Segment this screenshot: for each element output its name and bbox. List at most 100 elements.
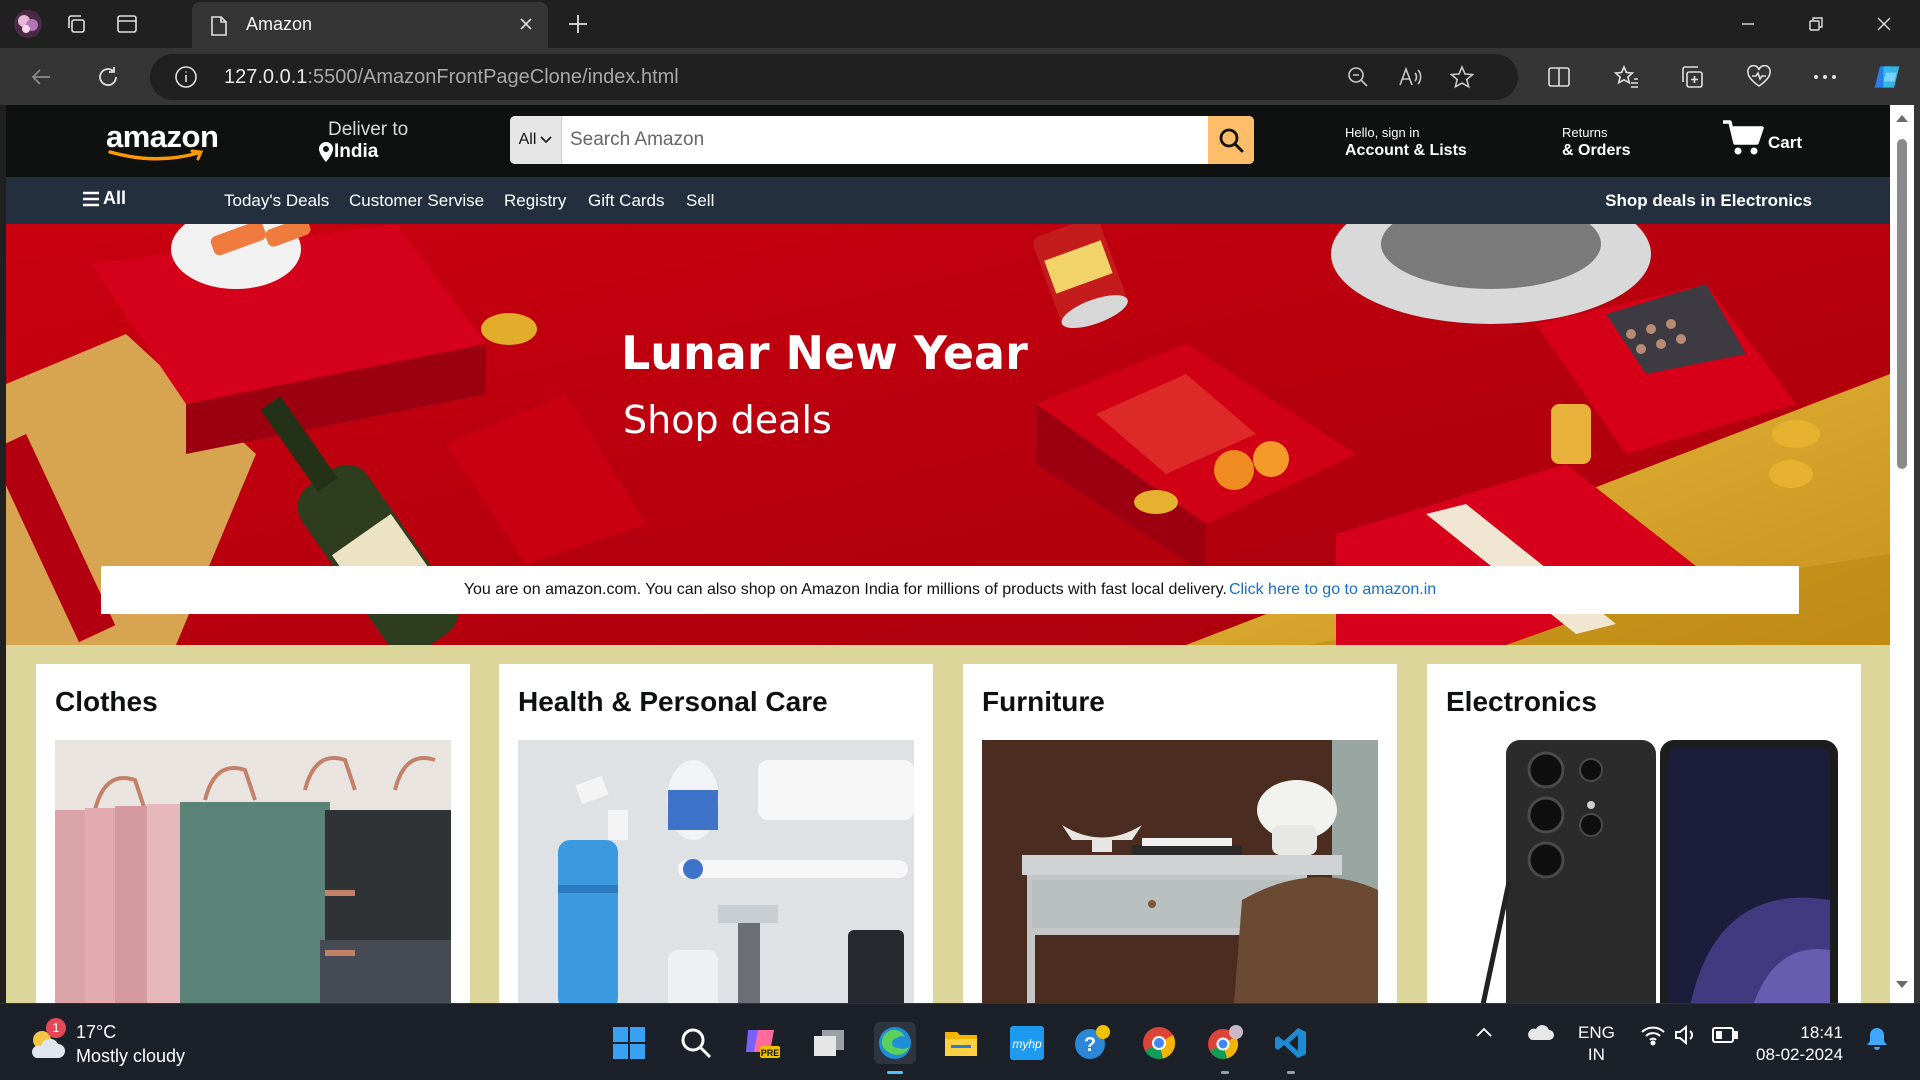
page-viewport: amazon Deliver to India All Hello, sign … [6,105,1890,1003]
search-input[interactable] [562,116,1208,164]
vscode-icon[interactable] [1270,1022,1312,1074]
scroll-down-arrow-icon[interactable] [1895,980,1909,990]
hamburger-menu-icon [83,191,99,206]
get-help-icon[interactable]: ? [1072,1022,1114,1064]
vertical-tabs-icon[interactable] [111,8,143,40]
favorites-icon[interactable] [1612,62,1642,92]
language-code: ENG [1578,1023,1615,1042]
show-hidden-icons-chevron-up-icon[interactable] [1475,1026,1493,1038]
logo-text: amazon [106,119,219,154]
deliver-to[interactable]: Deliver to India [318,119,408,163]
search-taskbar-icon[interactable] [675,1022,717,1064]
restore-icon[interactable] [1782,0,1850,48]
language-indicator[interactable]: ENG IN [1578,1022,1615,1066]
cart-button[interactable]: Cart [1722,119,1802,157]
category-card-electronics[interactable]: Electronics [1427,664,1861,1003]
weather-widget[interactable]: 1 17°C Mostly cloudy [26,1018,185,1068]
scroll-up-arrow-icon[interactable] [1895,113,1909,123]
cart-icon [1723,120,1764,155]
onedrive-cloud-icon[interactable] [1526,1022,1554,1042]
copilot-icon[interactable] [1872,62,1902,92]
task-view-icon[interactable] [808,1022,850,1064]
close-tab-icon[interactable] [518,16,534,32]
url-text[interactable]: 127.0.0.1:5500/AmazonFrontPageClone/inde… [224,66,679,89]
deliver-country: India [334,141,379,162]
myhp-app-icon[interactable]: myhp [1006,1022,1048,1064]
page-scrollbar[interactable] [1890,105,1914,1003]
chrome-profile-icon[interactable] [1204,1022,1246,1074]
clock-date: 08-02-2024 [1756,1045,1843,1064]
running-indicator [1221,1071,1229,1074]
hero-banner[interactable]: Lunar New Year Shop deals You are on ama… [6,224,1890,645]
tab-title: Amazon [246,14,313,34]
file-explorer-icon[interactable] [940,1022,982,1064]
amazon-logo[interactable]: amazon [106,119,219,163]
favorite-star-icon[interactable] [1450,65,1474,89]
clothes-image [55,740,451,1003]
copilot-preview-icon[interactable]: PRE [741,1022,783,1064]
amazon-in-link[interactable]: Click here to go to amazon.in [1229,581,1436,599]
nav-customer-service[interactable]: Customer Servise [349,191,484,211]
nav-todays-deals[interactable]: Today's Deals [224,191,329,211]
category-card-health[interactable]: Health & Personal Care [499,664,933,1003]
running-indicator [887,1071,903,1074]
category-card-clothes[interactable]: Clothes [36,664,470,1003]
site-info-icon[interactable] [174,65,198,89]
back-icon[interactable] [24,59,60,95]
profile-avatar-icon[interactable] [12,8,44,40]
returns-orders[interactable]: Returns & Orders [1562,125,1630,160]
secondary-nav: All Today's Deals Customer Servise Regis… [6,177,1890,224]
close-window-icon[interactable] [1850,0,1918,48]
new-tab-icon[interactable] [562,8,594,40]
search-category-label: All [518,131,537,148]
all-menu-button[interactable]: All [82,188,126,209]
collections-icon[interactable] [1678,62,1708,92]
wifi-icon[interactable] [1640,1024,1666,1046]
browser-title-bar: Amazon [0,0,1920,48]
weather-temp: 17°C [76,1022,117,1042]
browser-essentials-icon[interactable] [1744,62,1774,92]
minimize-icon[interactable] [1714,0,1782,48]
volume-icon[interactable] [1674,1024,1698,1046]
search-button[interactable] [1208,116,1254,164]
nav-gift-cards[interactable]: Gift Cards [588,191,665,211]
nav-electronics-deals[interactable]: Shop deals in Electronics [1605,191,1812,211]
hero-subtitle: Shop deals [623,398,832,442]
svg-text:PRE: PRE [761,1048,780,1058]
chrome-icon[interactable] [1138,1022,1180,1064]
clock[interactable]: 18:41 08-02-2024 [1756,1022,1843,1066]
url-host: 127.0.0.1 [224,66,308,88]
battery-icon[interactable] [1712,1026,1738,1044]
nav-registry[interactable]: Registry [504,191,566,211]
workspaces-icon[interactable] [60,8,92,40]
scrollbar-thumb[interactable] [1897,139,1907,469]
edge-browser-icon[interactable] [874,1022,916,1074]
cart-label: Cart [1768,133,1803,152]
weather-badge: 1 [46,1018,66,1038]
furniture-image [982,740,1378,1003]
locale-notice: You are on amazon.com. You can also shop… [101,566,1799,614]
category-card-furniture[interactable]: Furniture [963,664,1397,1003]
browser-tab[interactable]: Amazon [192,2,548,48]
region-code: IN [1587,1045,1605,1064]
clock-time: 18:41 [1800,1023,1843,1042]
account-lists[interactable]: Hello, sign in Account & Lists [1345,125,1467,160]
notification-bell-icon[interactable] [1866,1026,1888,1052]
card-title: Health & Personal Care [518,686,828,717]
nav-sell[interactable]: Sell [686,191,714,211]
health-care-image [518,740,914,1003]
more-options-icon[interactable] [1810,62,1840,92]
svg-text:?: ? [1084,1034,1096,1056]
read-aloud-icon[interactable] [1398,65,1422,89]
zoom-out-icon[interactable] [1346,65,1370,89]
svg-text:myhp: myhp [1012,1037,1042,1051]
refresh-icon[interactable] [90,59,126,95]
search-category-select[interactable]: All [510,116,562,164]
start-icon[interactable] [608,1022,650,1064]
address-bar[interactable]: 127.0.0.1:5500/AmazonFrontPageClone/inde… [150,54,1518,100]
amazon-header: amazon Deliver to India All Hello, sign … [6,105,1890,177]
page-icon [210,15,228,37]
location-pin-icon [319,142,333,162]
split-screen-icon[interactable] [1544,62,1574,92]
window-edge [1914,105,1920,1003]
